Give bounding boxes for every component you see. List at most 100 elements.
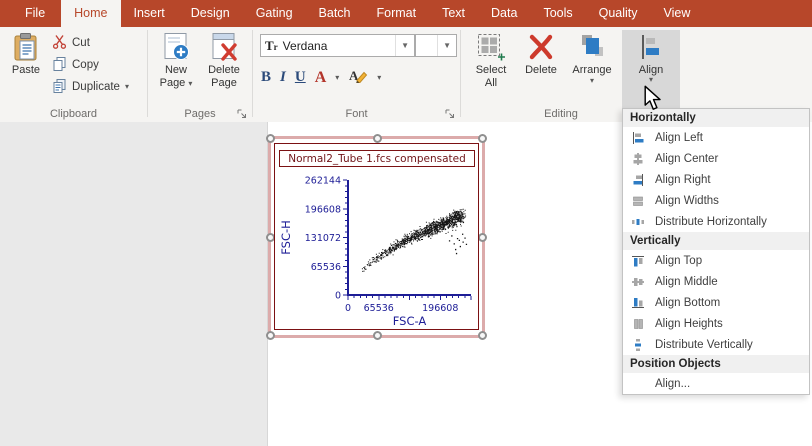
duplicate-button[interactable]: Duplicate ▾ <box>52 77 129 97</box>
tab-text[interactable]: Text <box>429 0 478 27</box>
tab-gating[interactable]: Gating <box>243 0 306 27</box>
delete-label: Delete <box>525 64 557 77</box>
new-page-label-line1: New <box>165 64 187 77</box>
highlight-dropdown-arrow[interactable]: ▾ <box>377 74 381 82</box>
svg-text:262144: 262144 <box>305 176 341 187</box>
menu-item-label: Distribute Horizontally <box>655 216 767 228</box>
tab-home[interactable]: Home <box>61 0 120 27</box>
italic-button[interactable]: I <box>280 69 286 86</box>
arrange-button[interactable]: Arrange ▾ <box>566 30 618 100</box>
arrange-icon <box>577 30 607 64</box>
paste-button[interactable]: Paste <box>5 30 47 100</box>
resize-handle-top-left[interactable] <box>266 134 275 143</box>
application-window: File Home Insert Design Gating Batch For… <box>0 0 812 446</box>
delete-page-button[interactable]: Delete Page <box>202 30 246 100</box>
resize-handle-top-right[interactable] <box>478 134 487 143</box>
new-page-label-line2: Page ▾ <box>160 77 193 90</box>
menu-item-align-right[interactable]: Align Right <box>623 169 809 190</box>
select-all-icon <box>476 30 506 64</box>
menu-item-align-bottom[interactable]: Align Bottom <box>623 292 809 313</box>
bold-button[interactable]: B <box>261 69 271 86</box>
menu-item-distribute-horizontally[interactable]: Distribute Horizontally <box>623 211 809 232</box>
font-color-dropdown-arrow[interactable]: ▾ <box>335 74 339 82</box>
menu-item-label: Align Right <box>655 174 711 186</box>
font-size-dropdown-arrow[interactable]: ▼ <box>437 35 456 56</box>
highlight-color-button[interactable]: A <box>348 67 368 88</box>
menu-header-horizontally: Horizontally <box>623 109 809 127</box>
menu-item-align-middle[interactable]: Align Middle <box>623 271 809 292</box>
menu-item-align-center[interactable]: Align Center <box>623 148 809 169</box>
menu-header-position-objects: Position Objects <box>623 355 809 373</box>
font-name-value: Verdana <box>283 39 328 53</box>
duplicate-dropdown-arrow[interactable]: ▾ <box>125 83 129 91</box>
plot-title: Normal2_Tube 1.fcs compensated <box>279 150 475 167</box>
font-size-combobox[interactable]: ▼ <box>415 34 457 57</box>
resize-handle-middle-right[interactable] <box>478 233 487 242</box>
copy-button[interactable]: Copy <box>52 55 99 75</box>
tab-quality[interactable]: Quality <box>586 0 651 27</box>
menu-item-align-top[interactable]: Align Top <box>623 250 809 271</box>
group-label-font: Font <box>253 108 460 120</box>
align-left-icon <box>631 131 645 145</box>
menu-item-label: Align Heights <box>655 318 723 330</box>
delete-button[interactable]: Delete <box>519 30 563 100</box>
resize-handle-bottom-center[interactable] <box>373 331 382 340</box>
font-color-button[interactable]: A <box>315 69 327 87</box>
align-dropdown-menu: Horizontally Align Left Align Center Ali… <box>622 108 810 395</box>
group-font: Tr Verdana ▼ ▼ B I U A ▾ A <box>253 27 460 122</box>
underline-button[interactable]: U <box>295 69 306 86</box>
tab-insert[interactable]: Insert <box>121 0 178 27</box>
mouse-cursor-icon <box>643 85 663 111</box>
font-name-combobox[interactable]: Tr Verdana ▼ <box>260 34 415 57</box>
ribbon-tab-bar: File Home Insert Design Gating Batch For… <box>0 0 812 27</box>
tab-view[interactable]: View <box>651 0 704 27</box>
group-label-pages: Pages <box>148 108 252 120</box>
menu-item-align-heights[interactable]: Align Heights <box>623 313 809 334</box>
distribute-vertically-icon <box>631 338 645 352</box>
delete-page-icon <box>209 30 239 64</box>
svg-text:FSC-A: FSC-A <box>393 314 427 328</box>
align-dropdown-arrow[interactable]: ▾ <box>649 76 653 84</box>
align-center-icon <box>631 152 645 166</box>
scatter-plot-chart: 065536196608065536131072196608262144FSC-… <box>277 172 478 328</box>
svg-text:196608: 196608 <box>305 204 341 215</box>
menu-item-align-left[interactable]: Align Left <box>623 127 809 148</box>
select-all-label-line2: All <box>485 77 497 90</box>
cut-button[interactable]: Cut <box>52 33 90 53</box>
scatter-plot-object[interactable]: Normal2_Tube 1.fcs compensated 0 65536 196… <box>274 143 479 330</box>
menu-item-distribute-vertically[interactable]: Distribute Vertically <box>623 334 809 355</box>
delete-icon <box>526 30 556 64</box>
svg-text:0: 0 <box>345 303 351 314</box>
highlight-icon: A <box>348 67 368 83</box>
svg-text:65536: 65536 <box>364 303 394 314</box>
tab-tools[interactable]: Tools <box>530 0 585 27</box>
align-middle-icon <box>631 275 645 289</box>
resize-handle-bottom-right[interactable] <box>478 331 487 340</box>
menu-item-label: Align... <box>655 378 690 390</box>
tab-design[interactable]: Design <box>178 0 243 27</box>
tab-batch[interactable]: Batch <box>306 0 364 27</box>
tab-file[interactable]: File <box>9 0 61 27</box>
svg-text:FSC-H: FSC-H <box>279 220 293 255</box>
align-bottom-icon <box>631 296 645 310</box>
menu-header-vertically: Vertically <box>623 232 809 250</box>
align-top-icon <box>631 254 645 268</box>
svg-text:196608: 196608 <box>422 303 458 314</box>
delete-page-label-line1: Delete <box>208 64 240 77</box>
resize-handle-top-center[interactable] <box>373 134 382 143</box>
resize-handle-bottom-left[interactable] <box>266 331 275 340</box>
menu-item-align-widths[interactable]: Align Widths <box>623 190 809 211</box>
new-page-icon <box>161 30 191 64</box>
font-face-icon: Tr <box>261 38 283 54</box>
font-name-dropdown-arrow[interactable]: ▼ <box>395 35 414 56</box>
group-label-clipboard: Clipboard <box>0 108 147 120</box>
menu-item-icon-spacer <box>631 377 645 391</box>
menu-item-align-dialog[interactable]: Align... <box>623 373 809 394</box>
select-all-button[interactable]: Select All <box>467 30 515 100</box>
tab-data[interactable]: Data <box>478 0 530 27</box>
duplicate-icon <box>52 78 67 96</box>
duplicate-label: Duplicate <box>72 81 120 93</box>
arrange-dropdown-arrow[interactable]: ▾ <box>590 77 594 85</box>
new-page-button[interactable]: New Page ▾ <box>154 30 198 100</box>
tab-format[interactable]: Format <box>364 0 430 27</box>
